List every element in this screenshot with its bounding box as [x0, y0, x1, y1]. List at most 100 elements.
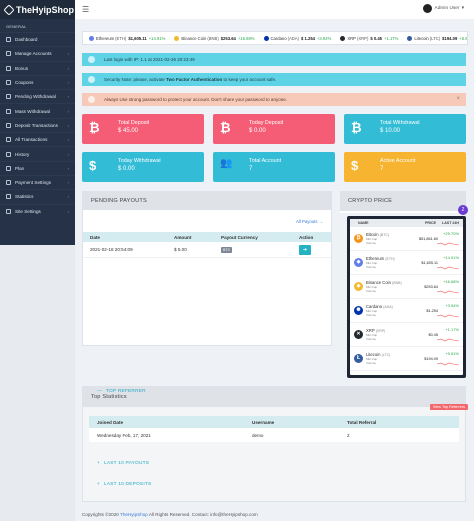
ticker-item: Binance Coin (BNB) $253.64 +16.68%	[174, 35, 255, 41]
crypto-row: ✕ XRP (XRP) Mkt Cap Volume $0.45 +1.17%	[350, 323, 463, 347]
price-ticker: Ethereum (ETH) $1,605.11 +14.91% Binance Coi…	[82, 31, 468, 45]
crypto-row: ◈ Binance Coin (BNB) Mkt Cap Volume $253.64 +…	[350, 275, 463, 299]
card-title: Today Deposit	[249, 120, 284, 126]
brand-logo[interactable]: TheHyipShop	[0, 0, 75, 19]
top-referrer-heading[interactable]: — TOP REFERRER	[86, 389, 146, 394]
sidebar-item-manage-accounts[interactable]: Manage Accounts ›	[0, 46, 75, 60]
card-value: 7	[249, 166, 253, 172]
hamburger-icon[interactable]: ☰	[82, 5, 89, 14]
coin-symbol: (BTC)	[379, 233, 390, 237]
info-icon	[88, 76, 95, 83]
view-top-referrers-button[interactable]: View Top Referrers	[429, 404, 468, 410]
chevron-right-icon: ›	[67, 122, 69, 128]
card-title: Today Withdrawal	[118, 158, 161, 164]
sidebar-item-pending-withdrawal[interactable]: Pending Withdrawal ›	[0, 89, 75, 103]
login-alert: Last login with IP: 1.1 at 2021-02-26 20…	[82, 53, 466, 66]
coin-price: $51,861.60	[418, 236, 438, 241]
sidebar-item-plan[interactable]: Plan ›	[0, 160, 75, 175]
sidebar-item-mass-withdrawal[interactable]: Mass Withdrawal ›	[0, 103, 75, 117]
col-joined-date: Joined Date	[97, 419, 124, 425]
last-deposits-toggle[interactable]: + LAST 10 DEPOSITS	[86, 482, 151, 487]
dollar-icon: $	[351, 158, 359, 173]
ticker-change: +5.51%	[459, 35, 468, 41]
menu-icon	[6, 122, 11, 128]
login-alert-text: Last login with IP: 1.1 at 2021-02-26 20…	[104, 57, 195, 62]
table-row: 2021-02-18 20:54:09 $ 5.00 BTC ➜	[83, 242, 331, 258]
ticker-name: Ethereum	[96, 35, 115, 41]
sidebar-item-site-settings[interactable]: Site Settings ›	[0, 203, 75, 218]
ticker-symbol: (LTC)	[429, 35, 441, 41]
coin-icon: ◆	[354, 258, 363, 267]
coin-price: $253.64	[424, 284, 438, 289]
coin-symbol: (ETH)	[385, 257, 395, 261]
user-menu[interactable]: Admin User ▾	[422, 4, 464, 13]
plus-icon: +	[97, 482, 101, 487]
chevron-right-icon: ›	[67, 108, 69, 114]
password-alert: Always Use strong password to protect yo…	[82, 93, 466, 106]
sidebar-item-label: Plan	[15, 165, 25, 171]
coin-icon: ◈	[354, 282, 363, 291]
all-payouts-link[interactable]: All Payouts →	[296, 219, 323, 224]
sidebar-item-label: Dashboard	[15, 37, 38, 43]
sidebar-item-coupons[interactable]: Coupons ›	[0, 74, 75, 89]
close-icon[interactable]: ×	[456, 96, 460, 102]
ticker-price: $253.64	[220, 35, 236, 41]
sidebar-item-deposit-transactions[interactable]: Deposit Transactions ›	[0, 117, 75, 132]
table-header: Joined Date Username Total Referral	[89, 416, 459, 428]
sidebar: TheHyipShop GENERAL Dashboard Manage Acco…	[0, 0, 75, 521]
sidebar-nav: GENERAL Dashboard Manage Accounts › Bonus › C…	[0, 19, 75, 245]
sidebar-item-label: Mass Withdrawal	[15, 108, 50, 114]
col-currency: Payout Currency	[221, 234, 258, 240]
card-today-deposit: ₿ Today Deposit $ 0.00	[213, 114, 335, 144]
chevron-right-icon: ›	[67, 165, 69, 171]
menu-icon	[6, 80, 11, 86]
ticker-symbol: (BNB)	[207, 35, 219, 41]
sidebar-item-label: Statistics	[15, 194, 34, 200]
nav-section-header: GENERAL	[6, 24, 27, 29]
panel-title: PENDING PAYOUTS	[83, 192, 331, 210]
menu-icon	[6, 137, 11, 143]
chevron-right-icon: ›	[67, 51, 69, 57]
last-payouts-toggle[interactable]: + LAST 10 PAYOUTS	[86, 461, 149, 466]
ticker-item: Litecoin(LTC)$194.09+5.51%	[407, 35, 468, 41]
chevron-right-icon: ›	[67, 80, 69, 86]
notification-badge[interactable]: 2	[458, 205, 468, 215]
menu-icon	[6, 194, 11, 200]
card-value: 7	[380, 166, 384, 172]
payout-date: 2021-02-18 20:54:09	[90, 247, 133, 252]
coin-change: +5.51%	[445, 351, 459, 356]
view-payout-button[interactable]: ➜	[299, 244, 311, 255]
sidebar-item-payment-settings[interactable]: Payment Settings ›	[0, 174, 75, 189]
sidebar-item-statistics[interactable]: Statistics ›	[0, 189, 75, 203]
warning-icon	[88, 96, 95, 103]
col-name: NAME	[358, 221, 369, 225]
avatar	[422, 4, 432, 13]
panel-title: CRYPTO PRICE	[340, 191, 466, 211]
card-title: Active Account	[380, 158, 416, 164]
card-title: Total Account	[249, 158, 282, 164]
last-deposits-title: LAST 10 DEPOSITS	[104, 482, 152, 487]
crypto-row: Ł Litecoin (LTC) Mkt Cap Volume $194.09 +5.51…	[350, 347, 463, 371]
sidebar-item-all-transactions[interactable]: All Transactions ›	[0, 132, 75, 146]
widget-header: NAME PRICE LAST 24H	[350, 219, 463, 227]
ticker-name: XRP	[347, 35, 356, 41]
ticker-symbol: (ETH)	[115, 35, 127, 41]
coin-symbol: (LTC)	[381, 353, 391, 357]
sidebar-item-history[interactable]: History ›	[0, 146, 75, 160]
info-icon	[88, 56, 95, 63]
menu-icon	[6, 51, 11, 57]
crypto-row: ₿ Bitcoin (BTC) Mkt Cap Volume $51,861.60 +25…	[350, 227, 463, 251]
sidebar-item-label: All Transactions	[15, 137, 48, 143]
coin-change: +25.70%	[443, 231, 459, 236]
coin-icon	[263, 35, 269, 41]
sparkline	[437, 266, 459, 270]
menu-icon	[6, 37, 11, 43]
col-price: PRICE	[425, 221, 436, 225]
footer-brand-link[interactable]: TheHyipShop	[120, 512, 148, 517]
footer-copyright: Copyrights ©2020	[82, 512, 121, 517]
sidebar-item-dashboard[interactable]: Dashboard	[0, 32, 75, 46]
users-icon: 👥	[220, 158, 233, 169]
menu-icon	[6, 165, 11, 171]
coin-icon: ₿	[354, 234, 363, 243]
sidebar-item-bonus[interactable]: Bonus ›	[0, 60, 75, 75]
